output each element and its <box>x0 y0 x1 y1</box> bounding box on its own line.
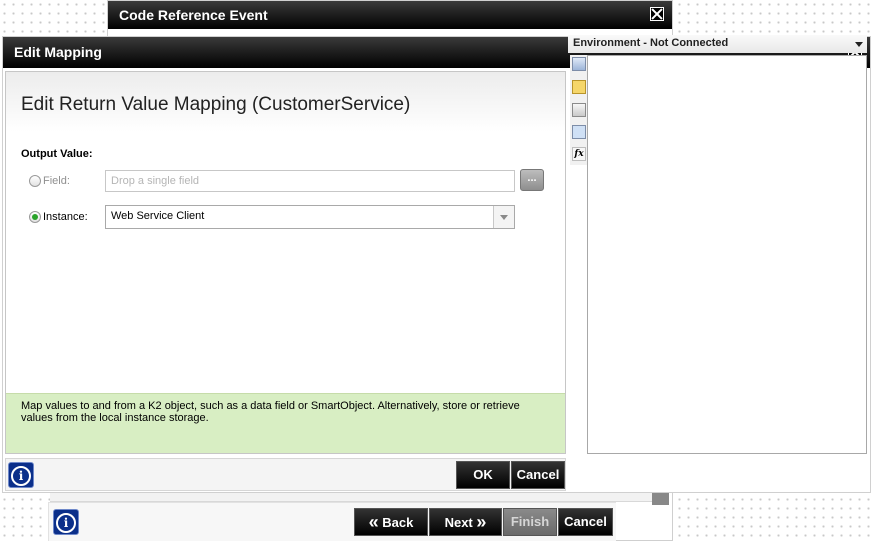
double-chevron-right-icon: » <box>476 512 487 532</box>
environment-icon[interactable] <box>572 57 586 71</box>
help-text-box: Map values to and from a K2 object, such… <box>6 393 565 453</box>
function-icon[interactable]: fx <box>572 147 586 161</box>
next-button[interactable]: Next » <box>429 508 502 536</box>
instance-value: Web Service Client <box>111 210 205 222</box>
datafield-icon[interactable] <box>572 80 586 94</box>
page-title: Edit Return Value Mapping (CustomerServi… <box>21 94 411 115</box>
dialog-footer: i OK Cancel <box>5 458 566 491</box>
field-label: Field: <box>43 175 70 187</box>
double-chevron-left-icon: « <box>368 512 379 532</box>
browse-button[interactable]: ... <box>520 169 544 191</box>
edit-mapping-title: Edit Mapping <box>14 44 102 60</box>
field-drop-input[interactable]: Drop a single field <box>105 170 515 192</box>
code-reference-event-title: Code Reference Event <box>119 7 268 23</box>
help-text: Map values to and from a K2 object, such… <box>21 400 520 424</box>
chevron-down-icon[interactable] <box>493 206 514 228</box>
chevron-down-icon[interactable] <box>855 42 863 47</box>
wizard-footer: i « Back Next » Finish Cancel <box>48 502 616 541</box>
environment-dropdown[interactable]: Environment - Not Connected <box>568 35 867 53</box>
wizard-cancel-button[interactable]: Cancel <box>558 508 613 536</box>
output-value-label: Output Value: <box>21 148 93 160</box>
field-placeholder: Drop a single field <box>111 175 200 187</box>
context-browser-toolbar: fx <box>570 55 587 165</box>
info-icon: i <box>56 513 76 533</box>
close-icon[interactable] <box>650 7 664 21</box>
ok-label: OK <box>473 467 493 482</box>
cancel-button[interactable]: Cancel <box>511 461 565 489</box>
instance-icon[interactable] <box>572 125 586 139</box>
info-button[interactable]: i <box>53 509 79 535</box>
instance-select[interactable]: Web Service Client <box>105 205 515 229</box>
next-label: Next <box>444 515 473 530</box>
instance-radio[interactable] <box>29 211 41 223</box>
environment-tree[interactable] <box>587 55 867 454</box>
finish-label: Finish <box>510 514 550 529</box>
mapping-panel: Edit Return Value Mapping (CustomerServi… <box>5 71 566 454</box>
instance-label: Instance: <box>43 211 88 223</box>
background-scrollbar-thumb[interactable] <box>652 491 669 505</box>
info-button[interactable]: i <box>8 462 34 488</box>
info-icon: i <box>11 466 31 486</box>
back-button[interactable]: « Back <box>354 508 428 536</box>
field-radio[interactable] <box>29 175 41 187</box>
environment-label: Environment - Not Connected <box>573 37 729 49</box>
smartobject-icon[interactable] <box>572 103 586 117</box>
cancel-label: Cancel <box>516 467 560 482</box>
code-reference-event-titlebar: Code Reference Event <box>108 1 672 29</box>
wizard-cancel-label: Cancel <box>564 514 607 529</box>
back-label: Back <box>382 515 414 530</box>
ok-button[interactable]: OK <box>456 461 510 489</box>
finish-button[interactable]: Finish <box>503 508 557 536</box>
